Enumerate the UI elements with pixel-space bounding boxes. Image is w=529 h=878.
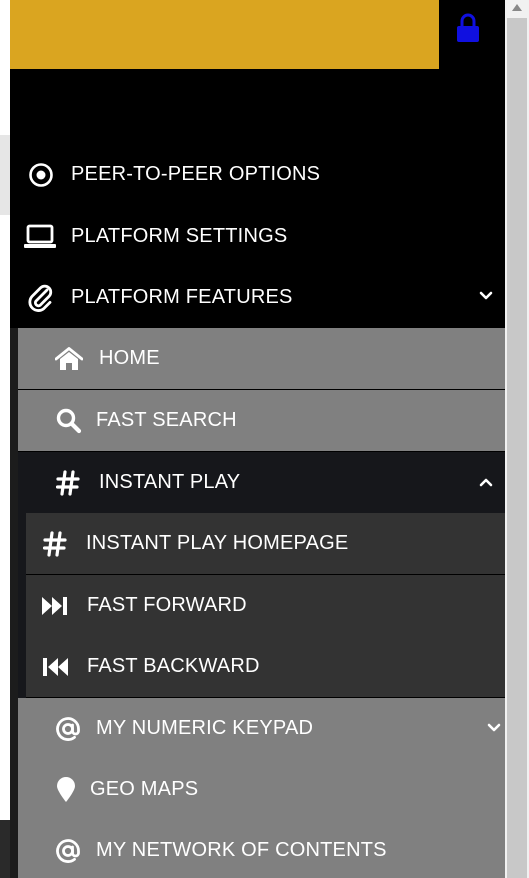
home-icon <box>54 346 84 371</box>
menu-item-label: PLATFORM FEATURES <box>71 286 293 308</box>
at-icon <box>54 716 82 742</box>
chevron-down-icon <box>479 291 493 300</box>
menu-item-label: MY NETWORK OF CONTENTS <box>96 839 387 861</box>
menu-item-label: INSTANT PLAY <box>99 471 241 493</box>
top-bar <box>10 0 439 69</box>
lock-icon <box>457 13 479 42</box>
scroll-up-arrow-icon[interactable] <box>512 4 522 11</box>
paperclip-icon <box>26 284 56 312</box>
map-marker-icon <box>54 776 78 803</box>
menu-item-fast-forward[interactable]: FAST FORWARD <box>26 575 505 636</box>
menu-item-instant-play[interactable]: INSTANT PLAY <box>18 452 505 513</box>
menu-item-fast-search[interactable]: FAST SEARCH <box>18 390 505 451</box>
menu-item-label: MY NUMERIC KEYPAD <box>96 717 314 739</box>
menu-item-my-network-of-contents[interactable]: MY NETWORK OF CONTENTS <box>18 820 505 878</box>
menu-item-label: FAST SEARCH <box>96 409 237 431</box>
menu-item-label: FAST BACKWARD <box>87 655 260 677</box>
submenu-instant-play: INSTANT PLAY HOMEPAGE FAST FORWARD FAST … <box>18 513 505 698</box>
menu-item-instant-play-homepage[interactable]: INSTANT PLAY HOMEPAGE <box>26 513 505 574</box>
menu-item-label: PEER-TO-PEER OPTIONS <box>71 163 321 185</box>
chevron-down-icon <box>487 723 501 732</box>
menu-item-geo-maps[interactable]: GEO MAPS <box>18 759 505 820</box>
menu-item-label: FAST FORWARD <box>87 594 247 616</box>
menu-item-peer-to-peer-options[interactable]: PEER-TO-PEER OPTIONS <box>10 144 505 205</box>
menu-item-home[interactable]: HOME <box>18 328 505 389</box>
menu-item-label: INSTANT PLAY HOMEPAGE <box>86 532 349 554</box>
chevron-up-icon <box>479 478 493 487</box>
menu-item-fast-backward[interactable]: FAST BACKWARD <box>26 636 505 697</box>
hashtag-icon <box>40 530 70 557</box>
left-edge-segment <box>0 135 10 215</box>
search-icon <box>55 408 83 434</box>
page-left-edge <box>0 0 10 878</box>
at-icon <box>54 838 82 864</box>
menu-item-platform-settings[interactable]: PLATFORM SETTINGS <box>10 206 505 267</box>
menu-item-label: HOME <box>99 347 160 369</box>
menu-item-label: PLATFORM SETTINGS <box>71 225 288 247</box>
fast-backward-icon <box>40 657 70 677</box>
menu-item-platform-features[interactable]: PLATFORM FEATURES <box>10 267 505 328</box>
fast-forward-icon <box>40 596 70 616</box>
lock-button[interactable] <box>450 10 486 46</box>
laptop-icon <box>24 224 56 250</box>
submenu-platform-features: HOME FAST SEARCH INSTANT PLAY INSTANT PL… <box>10 328 505 878</box>
vertical-scrollbar[interactable] <box>505 0 529 878</box>
scrollbar-thumb[interactable] <box>507 18 527 878</box>
menu-item-my-numeric-keypad[interactable]: MY NUMERIC KEYPAD <box>18 698 505 759</box>
sidebar-menu: PEER-TO-PEER OPTIONS PLATFORM SETTINGS P… <box>10 0 505 878</box>
dot-circle-icon <box>26 162 56 188</box>
left-edge-segment <box>0 820 10 878</box>
menu-item-label: GEO MAPS <box>90 778 199 800</box>
hashtag-icon <box>53 469 83 496</box>
